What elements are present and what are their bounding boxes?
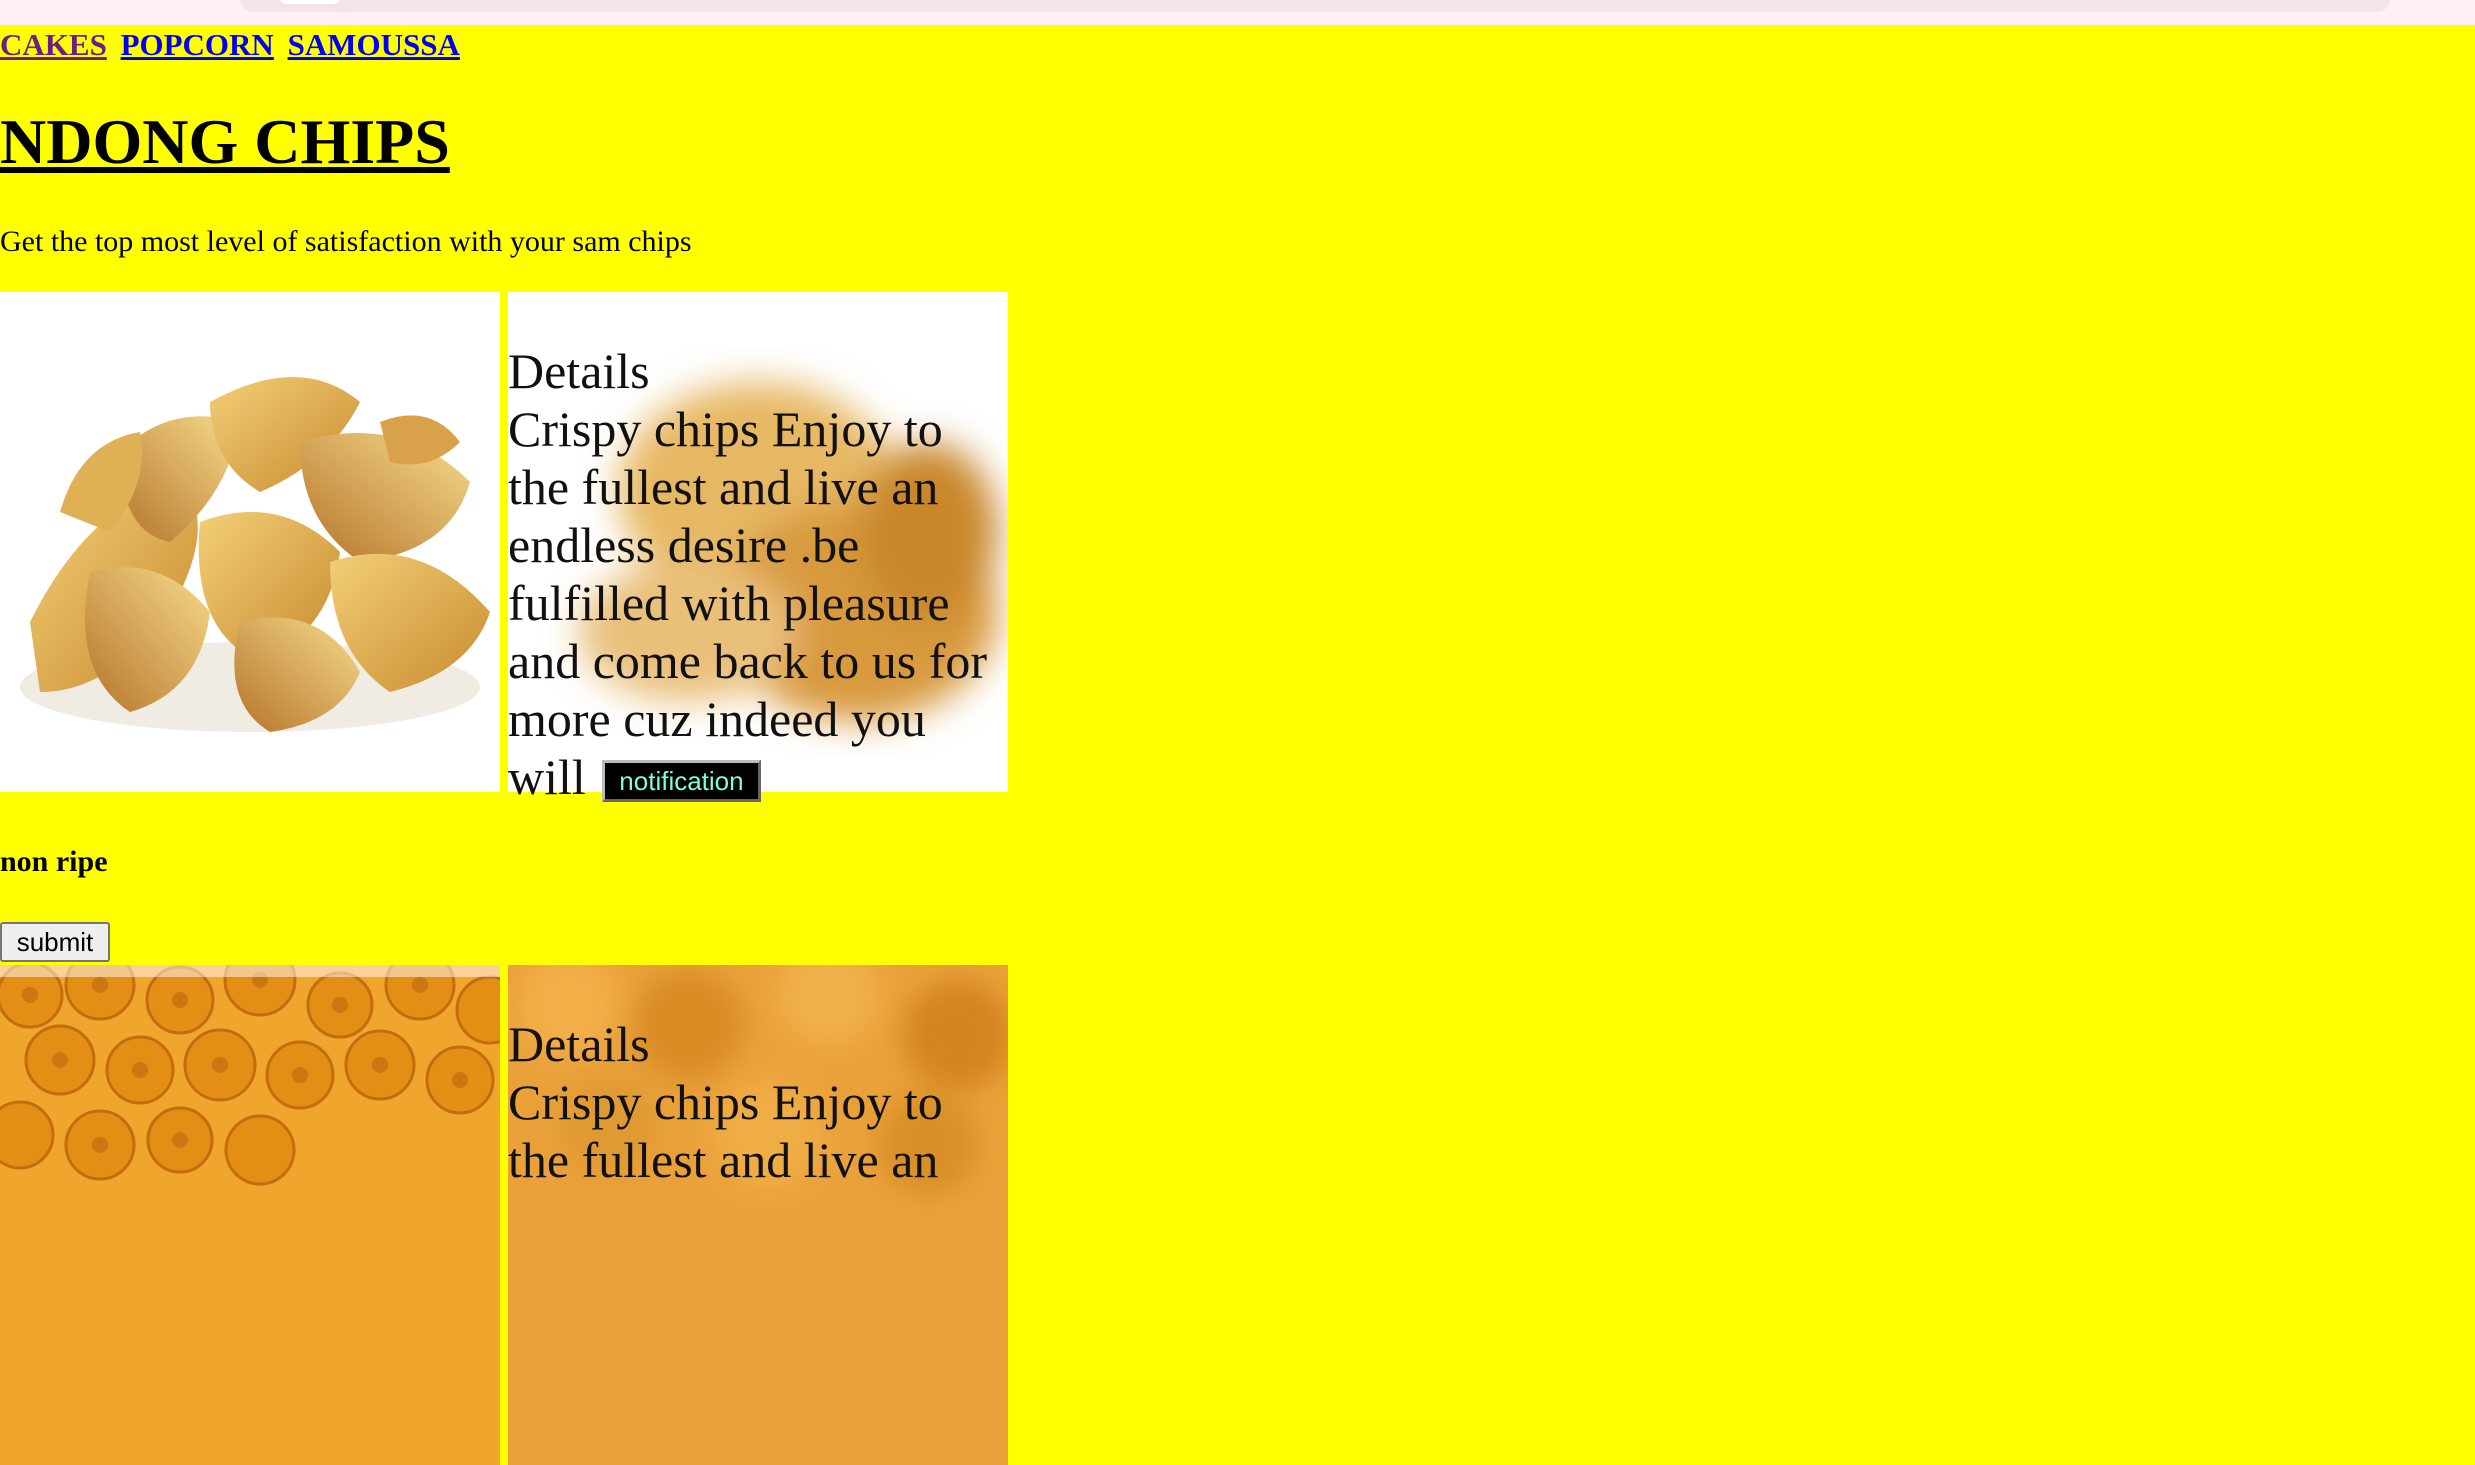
details-description: Crispy chips Enjoy to the fullest and li… <box>508 401 988 805</box>
details-description: Crispy chips Enjoy to the fullest and li… <box>508 1074 943 1188</box>
details-heading: Details <box>508 343 650 399</box>
notification-button[interactable]: notification <box>602 759 761 802</box>
page-title: NDONG CHIPS <box>0 106 450 177</box>
details-text-block: Details Crispy chips Enjoy to the fulles… <box>508 1015 1008 1189</box>
nav-link-cakes[interactable]: CAKES <box>0 27 107 62</box>
page-tagline: Get the top most level of satisfaction w… <box>0 225 692 258</box>
details-panel: Details Crispy chips Enjoy to the fulles… <box>508 292 1008 805</box>
nav-link-popcorn[interactable]: POPCORN <box>121 27 274 62</box>
address-bar-chip <box>280 0 340 4</box>
details-text-block: Details Crispy chips Enjoy to the fulles… <box>508 342 1008 806</box>
top-nav: CAKES POPCORN SAMOUSSA <box>0 25 466 65</box>
nav-link-samoussa[interactable]: SAMOUSSA <box>288 27 460 62</box>
product-card: Details Crispy chips Enjoy to the fulles… <box>0 965 1008 1465</box>
product-card: Details Crispy chips Enjoy to the fulles… <box>0 292 1008 805</box>
browser-top-strip <box>0 0 2475 25</box>
details-panel: Details Crispy chips Enjoy to the fulles… <box>508 965 1008 1465</box>
details-heading: Details <box>508 1016 650 1072</box>
address-bar[interactable] <box>240 0 2390 12</box>
plantain-chips-photo <box>0 292 500 792</box>
banana-chips-photo <box>0 965 500 1465</box>
submit-button[interactable]: submit <box>0 922 110 962</box>
status-label: non ripe <box>0 845 108 878</box>
